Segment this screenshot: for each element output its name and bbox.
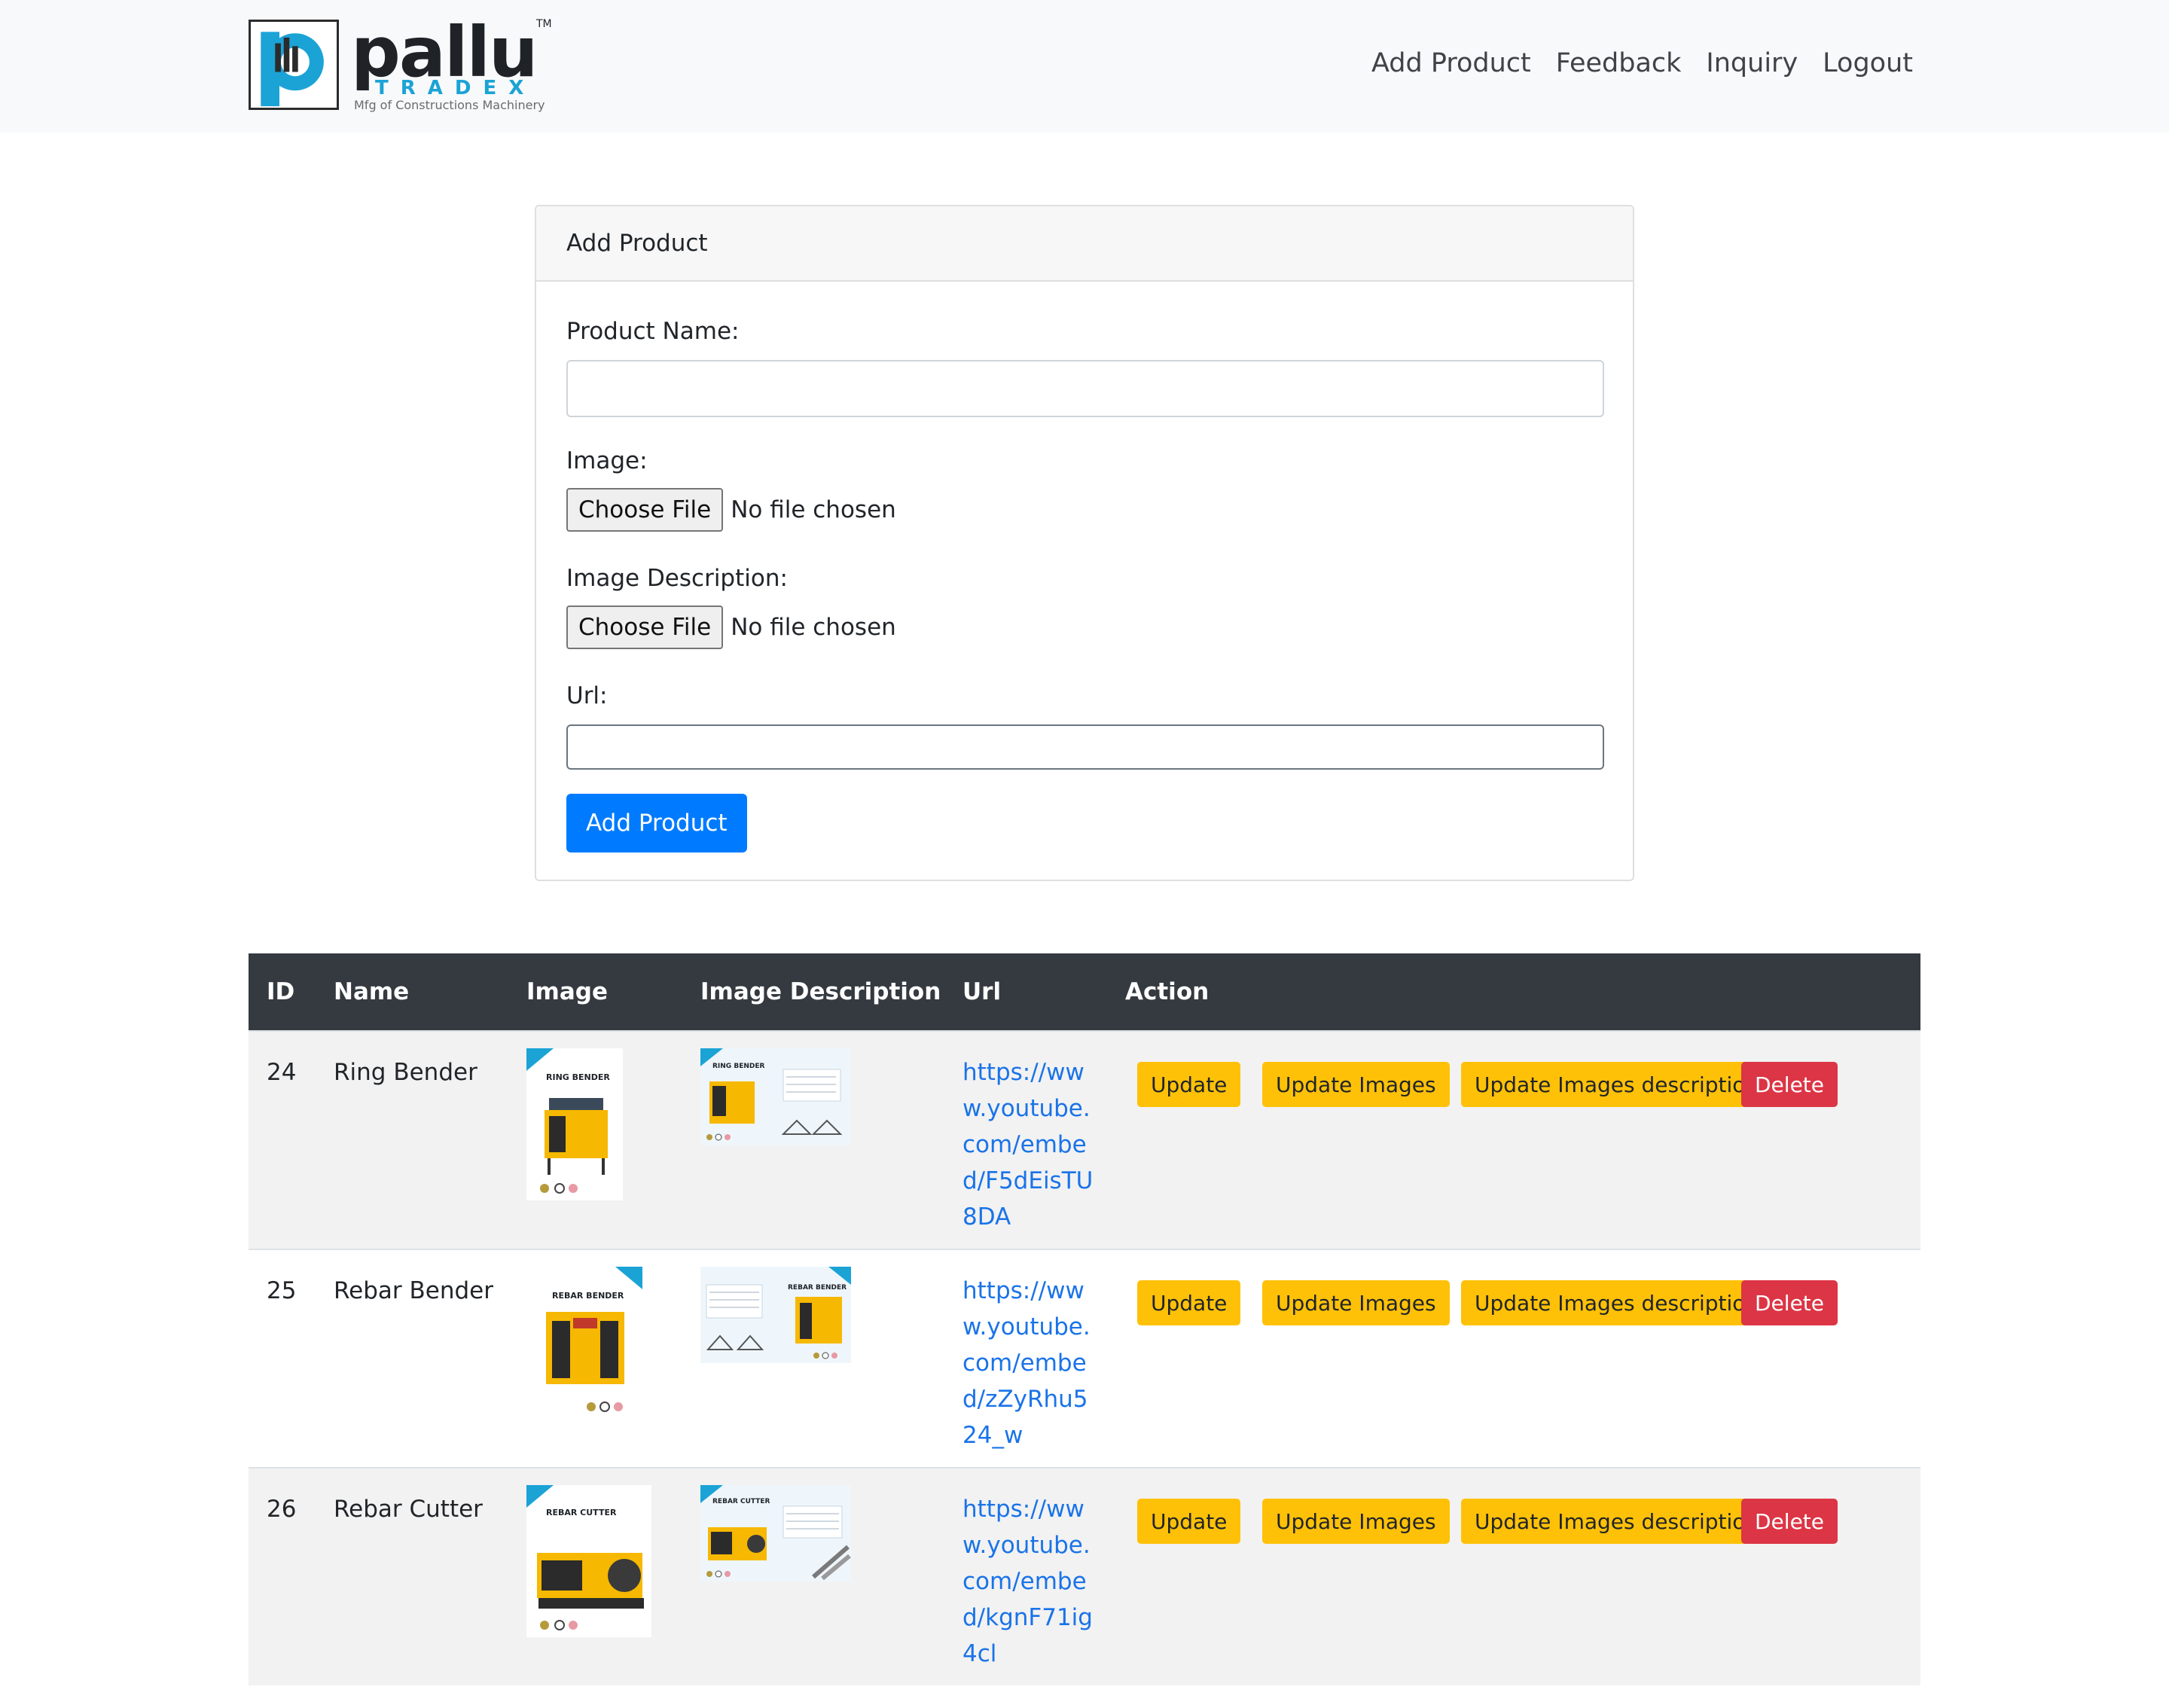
url-input[interactable] xyxy=(566,724,1604,770)
product-image-description-thumbnail[interactable]: REBAR BENDER xyxy=(700,1267,851,1363)
navbar: pallu TM TRADEX Mfg of Constructions Mac… xyxy=(0,0,2169,133)
table-row: 26 Rebar Cutter REBAR CUTTER REBAR CUTTE… xyxy=(249,1467,1920,1685)
card-header: Add Product xyxy=(536,206,1633,282)
nav-inquiry[interactable]: Inquiry xyxy=(1706,47,1798,80)
add-product-card: Add Product Product Name: Image: Choose … xyxy=(535,205,1634,881)
image-choose-file-button[interactable]: Choose File xyxy=(566,488,724,532)
update-images-button[interactable]: Update Images xyxy=(1262,1280,1450,1325)
table-row: 25 Rebar Bender REBAR BENDER REBAR BENDE… xyxy=(249,1249,1920,1467)
header-action: Action xyxy=(1125,978,1210,1005)
nav-add-product[interactable]: Add Product xyxy=(1371,47,1531,80)
nav-links: Add Product Feedback Inquiry Logout xyxy=(1371,47,1913,80)
image-description-choose-file-button[interactable]: Choose File xyxy=(566,605,724,649)
thumb-caption: REBAR BENDER xyxy=(552,1291,624,1301)
thumb-caption: RING BENDER xyxy=(546,1072,610,1082)
brand-sub: TRADEX xyxy=(375,77,536,99)
image-file-status: No file chosen xyxy=(731,496,896,523)
product-image-thumbnail[interactable]: REBAR BENDER xyxy=(526,1267,642,1419)
brand-trademark: TM xyxy=(536,18,552,30)
update-images-description-button[interactable]: Update Images description xyxy=(1461,1062,1773,1107)
update-images-description-button[interactable]: Update Images description xyxy=(1461,1280,1773,1325)
header-id: ID xyxy=(267,978,295,1005)
thumb-desc-caption: REBAR CUTTER xyxy=(712,1498,770,1505)
update-button[interactable]: Update xyxy=(1137,1499,1241,1544)
product-image-thumbnail[interactable]: REBAR CUTTER xyxy=(526,1485,651,1637)
header-image-description: Image Description xyxy=(700,978,941,1005)
header-name: Name xyxy=(334,978,410,1005)
row-id: 26 xyxy=(267,1496,297,1523)
products-table: ID Name Image Image Description Url Acti… xyxy=(249,953,1920,1685)
image-description-file-status: No file chosen xyxy=(731,614,896,641)
thumb-desc-caption: RING BENDER xyxy=(712,1063,764,1070)
delete-button[interactable]: Delete xyxy=(1741,1062,1838,1107)
header-url: Url xyxy=(962,978,1002,1005)
nav-logout[interactable]: Logout xyxy=(1823,47,1913,80)
thumb-caption: REBAR CUTTER xyxy=(546,1508,617,1517)
product-image-thumbnail[interactable]: RING BENDER xyxy=(526,1048,623,1200)
product-image-description-thumbnail[interactable]: REBAR CUTTER xyxy=(700,1485,851,1581)
brand-tagline: Mfg of Constructions Machinery xyxy=(354,98,545,112)
brand-logo[interactable]: pallu TM TRADEX Mfg of Constructions Mac… xyxy=(249,15,552,113)
header-image: Image xyxy=(526,978,608,1005)
row-id: 24 xyxy=(267,1059,297,1086)
table-row: 24 Ring Bender RING BENDER RING BENDER h… xyxy=(249,1030,1920,1249)
delete-button[interactable]: Delete xyxy=(1741,1499,1838,1544)
update-button[interactable]: Update xyxy=(1137,1062,1241,1107)
thumb-desc-caption: REBAR BENDER xyxy=(788,1284,847,1292)
row-id: 25 xyxy=(267,1277,297,1304)
delete-button[interactable]: Delete xyxy=(1741,1280,1838,1325)
table-header: ID Name Image Image Description Url Acti… xyxy=(249,953,1920,1030)
row-url[interactable]: https://www.youtube.com/embed/zZyRhu524_… xyxy=(962,1273,1098,1453)
update-button[interactable]: Update xyxy=(1137,1280,1241,1325)
update-images-button[interactable]: Update Images xyxy=(1262,1499,1450,1544)
row-name: Ring Bender xyxy=(334,1059,477,1086)
url-label: Url: xyxy=(566,682,608,709)
image-label: Image: xyxy=(566,447,648,474)
row-name: Rebar Bender xyxy=(334,1277,493,1304)
update-images-button[interactable]: Update Images xyxy=(1262,1062,1450,1107)
product-name-label: Product Name: xyxy=(566,318,740,345)
update-images-description-button[interactable]: Update Images description xyxy=(1461,1499,1773,1544)
image-description-label: Image Description: xyxy=(566,565,788,592)
row-name: Rebar Cutter xyxy=(334,1496,483,1523)
nav-feedback[interactable]: Feedback xyxy=(1556,47,1682,80)
add-product-submit-button[interactable]: Add Product xyxy=(566,794,747,852)
logo-mark-icon xyxy=(249,20,339,110)
row-url[interactable]: https://www.youtube.com/embed/F5dEisTU8D… xyxy=(962,1054,1098,1235)
product-name-input[interactable] xyxy=(566,360,1604,417)
image-description-file-row: Choose File No file chosen xyxy=(566,605,896,649)
product-image-description-thumbnail[interactable]: RING BENDER xyxy=(700,1048,851,1145)
row-url[interactable]: https://www.youtube.com/embed/kgnF71ig4c… xyxy=(962,1491,1098,1672)
image-file-row: Choose File No file chosen xyxy=(566,488,896,532)
